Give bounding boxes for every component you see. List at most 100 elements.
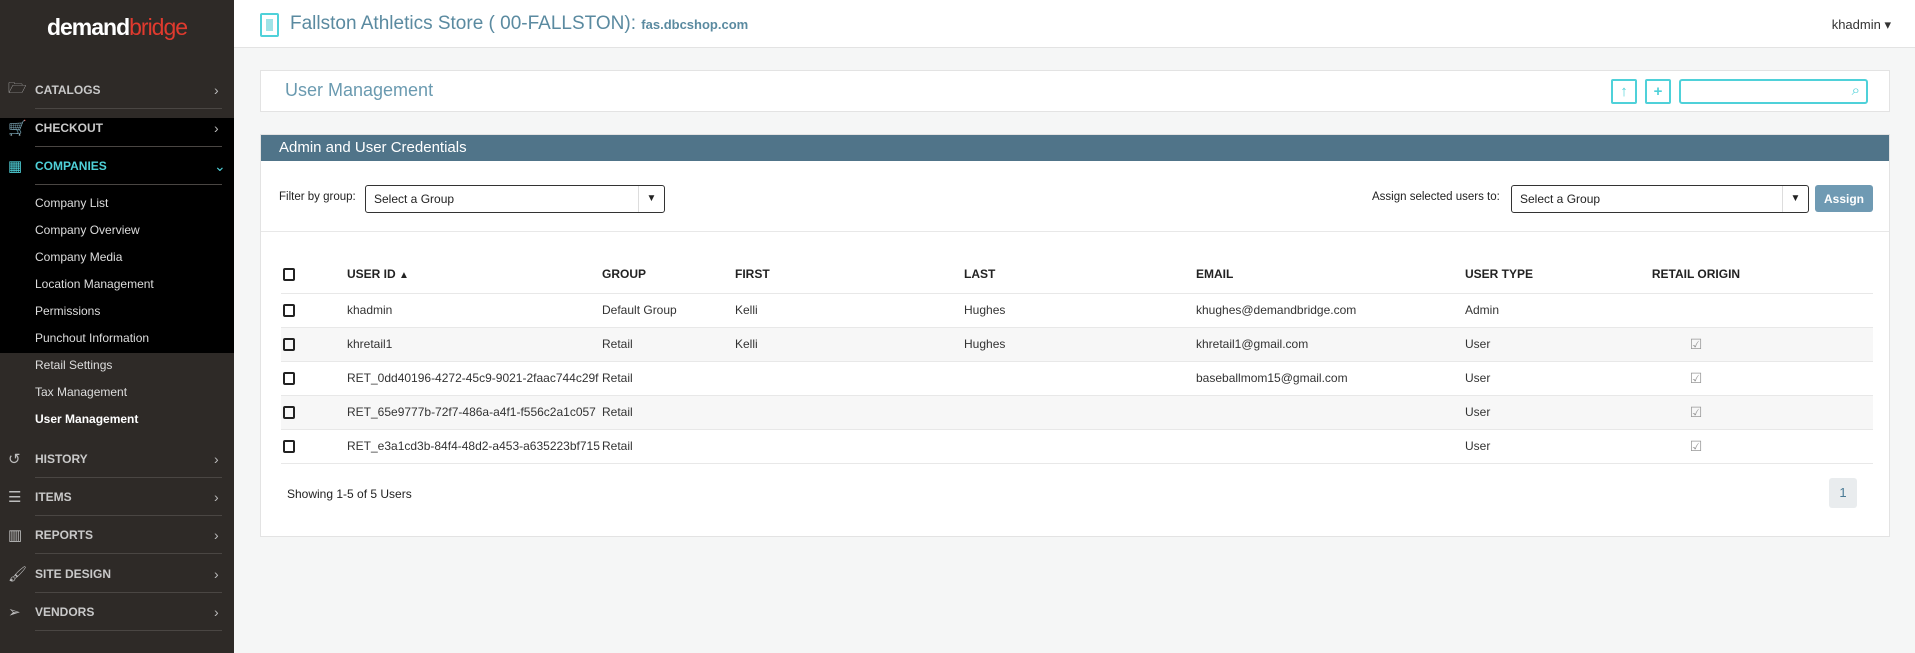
chevron-right-icon: › [214,120,219,136]
sort-asc-icon: ▲ [399,269,409,281]
arrow-up-icon: ↑ [1620,83,1628,100]
cell-first [735,429,964,464]
chevron-right-icon: › [214,451,219,467]
checked-box-icon: ☑ [1689,437,1703,454]
cell-group: Retail [602,395,735,430]
table-row[interactable]: khretail1 Retail Kelli Hughes khretail1@gmai… [281,327,1873,362]
upload-button[interactable]: ↑ [1611,79,1637,104]
chevron-right-icon: › [214,566,219,582]
cell-type: Admin [1465,293,1601,328]
retail-origin-cell: ☑ [1601,395,1791,430]
credentials-panel: Admin and User Credentials Filter by gro… [260,134,1890,537]
cell-email: khretail1@gmail.com [1196,327,1465,362]
row-checkbox[interactable] [283,406,295,420]
store-domain: fas.dbcshop.com [641,17,749,32]
sidebar-item-checkout[interactable]: 🛒 CHECKOUT › [0,109,234,147]
cell-id: RET_e3a1cd3b-84f4-48d2-a453-a635223bf715 [347,429,602,464]
cell-last: Hughes [964,327,1196,362]
demandbridge-logo[interactable]: demandbridge [0,14,234,41]
sidebar-item-companies[interactable]: ▦ COMPANIES ⌄ [0,147,234,185]
sidebar-sub-retail-settings[interactable]: Retail Settings [35,358,112,372]
checked-box-icon: ☑ [1689,335,1703,352]
column-user-type[interactable]: USER TYPE [1465,255,1601,294]
brush-icon: 🖌 [8,566,28,583]
assign-group-select[interactable]: Select a Group ▼ [1511,185,1809,213]
building-icon: ▦ [8,158,23,175]
row-checkbox[interactable] [283,304,295,318]
table-row[interactable]: khadmin Default Group Kelli Hughes khughes@d… [281,293,1873,328]
sidebar-sub-company-overview[interactable]: Company Overview [35,223,140,237]
top-bar: Fallston Athletics Store ( 00-FALLSTON):… [234,0,1915,48]
cell-last [964,429,1196,464]
store-title: Fallston Athletics Store ( 00-FALLSTON):… [290,13,749,34]
sidebar-sub-tax-management[interactable]: Tax Management [35,385,127,399]
table-row[interactable]: RET_0dd40196-4272-45c9-9021-2faac744c29f… [281,361,1873,396]
cell-group: Retail [602,327,735,362]
table-row[interactable]: RET_65e9777b-72f7-486a-a4f1-f556c2a1c057… [281,395,1873,430]
cell-group: Retail [602,361,735,396]
column-email[interactable]: EMAIL [1196,255,1465,294]
chevron-right-icon: › [214,604,219,620]
cell-id: khretail1 [347,327,602,362]
checked-box-icon: ☑ [1689,403,1703,420]
chevron-down-icon: ⌄ [214,157,226,174]
column-user-id[interactable]: USER ID ▲ [347,255,602,294]
column-first[interactable]: FIRST [735,255,964,294]
cell-last [964,361,1196,396]
cell-group: Retail [602,429,735,464]
cell-last [964,395,1196,430]
cell-email [1196,429,1465,464]
row-checkbox[interactable] [283,440,295,454]
cell-type: User [1465,327,1601,362]
users-table: USER ID ▲ GROUP FIRST LAST EMAIL USER TY… [281,255,1873,464]
table-row[interactable]: RET_e3a1cd3b-84f4-48d2-a453-a635223bf715… [281,429,1873,464]
sidebar-item-reports[interactable]: ▥ REPORTS › [0,516,234,554]
sidebar-item-items[interactable]: ☰ ITEMS › [0,478,234,516]
page-1-button[interactable]: 1 [1829,478,1857,508]
retail-origin-cell: ☑ [1601,327,1791,362]
retail-origin-cell [1601,293,1791,328]
plus-icon: + [1653,83,1663,100]
cart-icon: 🛒 [8,120,27,137]
pagination-summary: Showing 1-5 of 5 Users [287,487,412,501]
cell-email: khughes@demandbridge.com [1196,293,1465,328]
user-menu[interactable]: khadmin ▾ [1832,17,1891,33]
chevron-right-icon: › [214,82,219,98]
history-icon: ↺ [8,451,21,468]
column-group[interactable]: GROUP [602,255,735,294]
row-checkbox[interactable] [283,372,295,386]
cell-first: Kelli [735,293,964,328]
table-header-row: USER ID ▲ GROUP FIRST LAST EMAIL USER TY… [281,255,1873,294]
sidebar-item-history[interactable]: ↺ HISTORY › [0,440,234,478]
cell-email: baseballmom15@gmail.com [1196,361,1465,396]
sidebar-sub-permissions[interactable]: Permissions [35,304,100,318]
sidebar-sub-company-list[interactable]: Company List [35,196,108,210]
divider [261,231,1889,232]
folder-open-icon: 🗁 [8,79,27,97]
search-icon: ⌕ [1851,82,1860,99]
sidebar-item-catalogs[interactable]: 🗁 CATALOGS › [0,71,234,109]
section-title: Admin and User Credentials [261,135,1889,161]
sidebar-sub-punchout-information[interactable]: Punchout Information [35,331,149,345]
retail-origin-cell: ☑ [1601,361,1791,396]
sidebar-sub-company-media[interactable]: Company Media [35,250,122,264]
assign-button[interactable]: Assign [1815,185,1873,212]
sidebar-sub-location-management[interactable]: Location Management [35,277,154,291]
cell-id: RET_0dd40196-4272-45c9-9021-2faac744c29f [347,361,602,396]
column-retail-origin[interactable]: RETAIL ORIGIN [1601,255,1791,294]
assign-label: Assign selected users to: [1372,191,1500,203]
caret-down-icon: ▼ [638,186,664,212]
filter-group-select[interactable]: Select a Group ▼ [365,185,665,213]
sidebar-sub-user-management[interactable]: User Management [35,412,138,426]
list-icon: ☰ [8,489,22,506]
select-all-checkbox[interactable] [283,267,295,281]
search-input[interactable]: ⌕ [1679,79,1868,104]
sidebar-item-site-design[interactable]: 🖌 SITE DESIGN › [0,555,234,593]
row-checkbox[interactable] [283,338,295,352]
cell-id: RET_65e9777b-72f7-486a-a4f1-f556c2a1c057 [347,395,602,430]
paper-plane-icon: ➢ [8,604,21,621]
add-user-button[interactable]: + [1645,79,1671,104]
column-last[interactable]: LAST [964,255,1196,294]
page-title: User Management [285,80,434,100]
sidebar-item-vendors[interactable]: ➢ VENDORS › [0,593,234,631]
